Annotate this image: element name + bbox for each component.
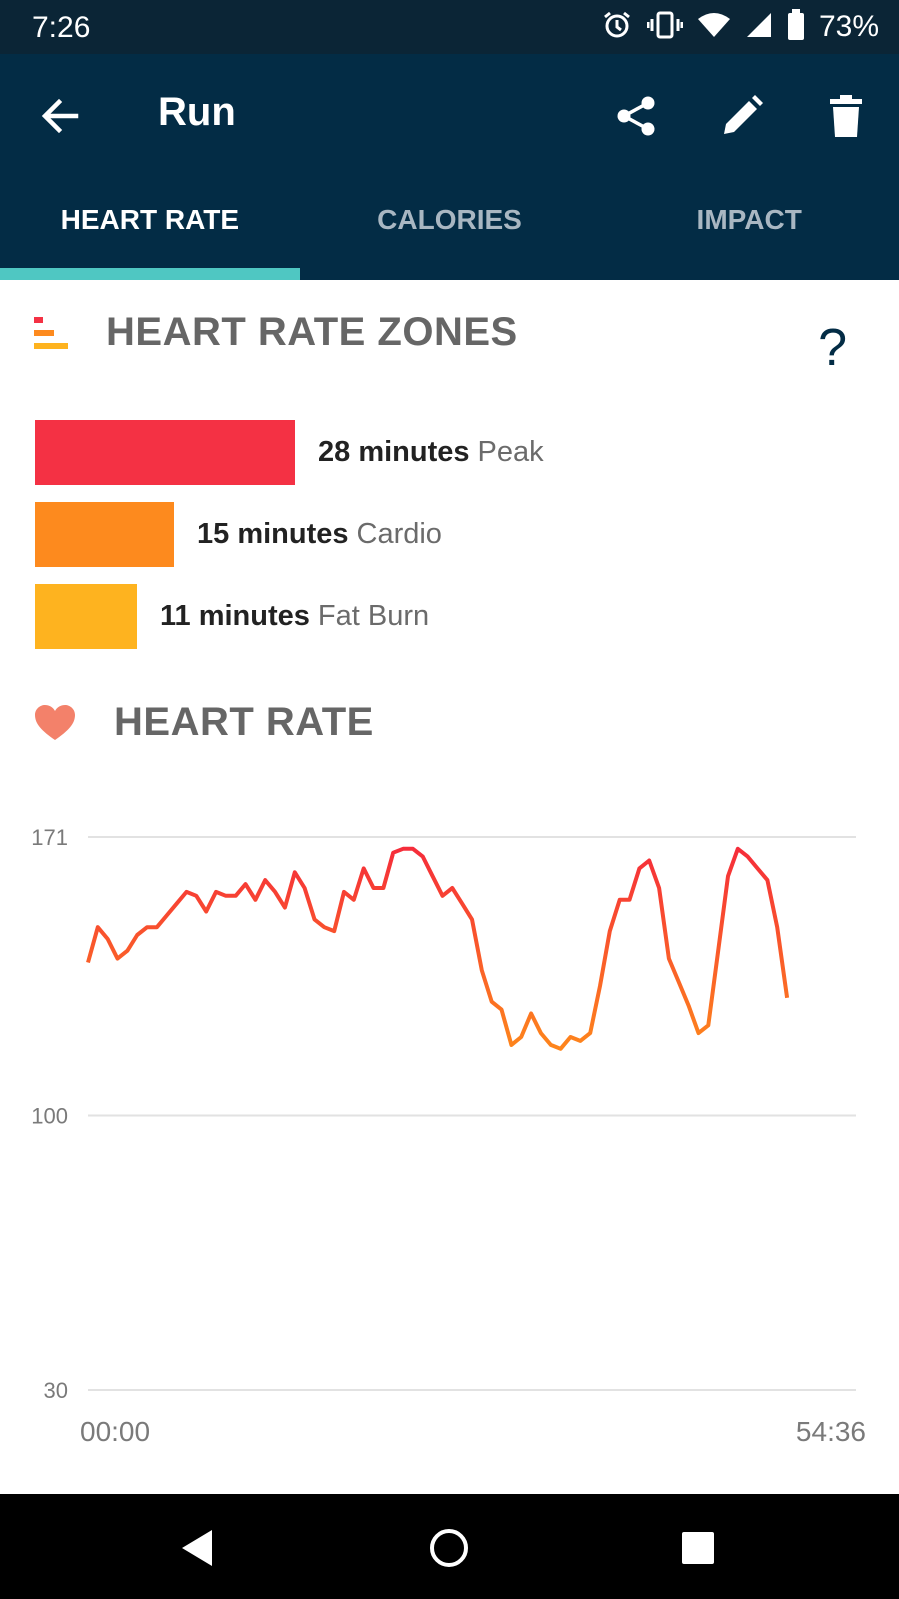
zone-row: 11 minutes Fat Burn (35, 584, 429, 649)
zones-header: HEART RATE ZONES (34, 310, 518, 355)
tab-calories[interactable]: CALORIES (300, 174, 600, 280)
tab-bar: HEART RATE CALORIES IMPACT (0, 174, 899, 280)
zone-row: 28 minutes Peak (35, 420, 544, 485)
zones-icon (34, 316, 68, 349)
y-tick-label: 100 (31, 1103, 68, 1128)
status-bar: 7:26 73% (0, 0, 899, 54)
zones-title: HEART RATE ZONES (106, 310, 518, 354)
pencil-icon (724, 95, 763, 134)
circle-home-icon (430, 1529, 468, 1567)
share-button[interactable] (610, 90, 662, 142)
zone-name: Peak (477, 436, 544, 468)
zone-name: Cardio (356, 518, 442, 550)
vibrate-icon (646, 9, 684, 46)
back-button[interactable] (36, 92, 84, 140)
zone-label: 28 minutes Peak (318, 436, 544, 469)
zone-label: 11 minutes Fat Burn (160, 600, 429, 633)
nav-bar (0, 1494, 899, 1599)
status-icons: 73% (601, 8, 879, 46)
delete-button[interactable] (820, 90, 872, 142)
x-tick-label: 00:00 (80, 1416, 150, 1447)
recents-nav-button[interactable] (672, 1522, 724, 1574)
home-nav-button[interactable] (423, 1522, 475, 1574)
signal-icon (745, 11, 773, 44)
battery-percent: 73% (818, 10, 879, 43)
zone-minutes: 28 minutes (318, 436, 470, 468)
tab-heart-rate[interactable]: HEART RATE (0, 174, 300, 280)
heart-rate-series-line (86, 846, 790, 1051)
page-title: Run (158, 90, 236, 134)
zone-label: 15 minutes Cardio (197, 518, 442, 551)
triangle-back-icon (182, 1530, 212, 1566)
x-tick-label: 54:36 (796, 1416, 866, 1447)
wifi-icon (697, 11, 731, 44)
share-icon (617, 96, 655, 136)
tab-label: HEART RATE (60, 204, 240, 235)
tab-label: IMPACT (696, 204, 802, 235)
heart-icon (35, 704, 75, 740)
back-nav-button[interactable] (172, 1522, 224, 1574)
zone-minutes: 11 minutes (160, 600, 310, 632)
edit-button[interactable] (716, 90, 768, 142)
zone-bar (35, 502, 174, 567)
y-tick-label: 30 (44, 1378, 68, 1403)
zone-bar (35, 584, 137, 649)
zone-bar (35, 420, 295, 485)
battery-icon (787, 8, 805, 46)
y-tick-label: 171 (31, 825, 68, 850)
zone-name: Fat Burn (317, 600, 430, 632)
alarm-icon (601, 9, 633, 46)
heart-rate-title: HEART RATE (114, 700, 374, 744)
zone-minutes: 15 minutes (197, 518, 349, 550)
app-bar: Run (0, 54, 899, 174)
help-button[interactable]: ? (818, 318, 847, 378)
trash-icon (830, 95, 862, 137)
tab-impact[interactable]: IMPACT (599, 174, 899, 280)
status-time: 7:26 (32, 11, 91, 44)
arrow-left-icon (41, 98, 79, 134)
heart-rate-header: HEART RATE (34, 700, 374, 745)
square-recents-icon (682, 1532, 714, 1564)
zone-row: 15 minutes Cardio (35, 502, 442, 567)
tab-label: CALORIES (377, 204, 522, 235)
active-tab-indicator (0, 268, 300, 280)
heart-rate-chart: 171 100 30 00:00 54:36 (31, 825, 866, 1447)
